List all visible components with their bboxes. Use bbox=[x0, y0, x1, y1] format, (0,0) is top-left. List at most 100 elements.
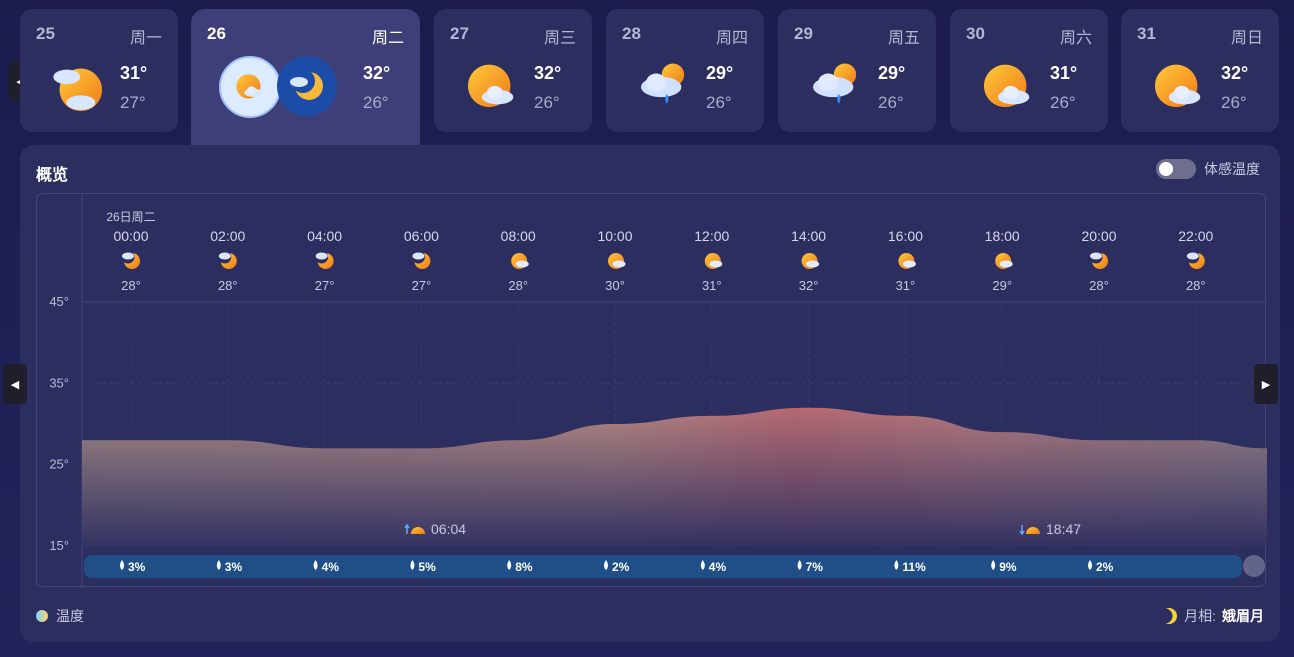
day-high-temp: 29° bbox=[878, 63, 906, 83]
partly-cloudy-night-icon bbox=[218, 250, 237, 269]
day-date: 26 bbox=[207, 24, 226, 43]
hour-temp-label: 27° bbox=[412, 278, 432, 293]
day-card-25[interactable]: 25 周一 31° 27° bbox=[20, 9, 178, 132]
partly-cloudy-icon bbox=[464, 59, 520, 115]
day-high-temp: 31° bbox=[1050, 63, 1078, 83]
moon-phase: 月相: 娥眉月 bbox=[1160, 606, 1264, 626]
feels-like-toggle[interactable] bbox=[1156, 159, 1196, 179]
day-weekday: 周日 bbox=[1230, 30, 1263, 47]
sunset-marker-time: 18:47 bbox=[1046, 521, 1081, 537]
partly-cloudy-night-icon bbox=[1089, 250, 1108, 269]
precipitation-value: 3% bbox=[128, 560, 146, 574]
partly-cloudy-icon bbox=[608, 253, 626, 269]
hour-label: 20:00 bbox=[1081, 228, 1116, 244]
toggle-knob bbox=[1159, 162, 1173, 176]
day-high-temp: 32° bbox=[1221, 63, 1249, 83]
day-card-30[interactable]: 30 周六 31° 26° bbox=[950, 9, 1108, 132]
hour-temp-label: 31° bbox=[702, 278, 722, 293]
partly-cloudy-icon bbox=[511, 253, 529, 269]
day-card-26[interactable]: 26 周二 32° 26° bbox=[191, 9, 420, 159]
hour-label: 14:00 bbox=[791, 228, 826, 244]
moon-phase-label: 月相: bbox=[1184, 608, 1216, 624]
day-low-temp: 26° bbox=[1050, 93, 1076, 112]
hour-label: 22:00 bbox=[1178, 228, 1213, 244]
day-date: 29 bbox=[794, 24, 813, 43]
day-weekday: 周一 bbox=[129, 30, 162, 47]
day-high-temp: 32° bbox=[534, 63, 562, 83]
partly-cloudy-icon bbox=[801, 253, 820, 269]
day-date: 28 bbox=[622, 24, 641, 43]
y-tick-label: 45° bbox=[49, 294, 69, 309]
partly-cloudy-icon bbox=[995, 253, 1013, 269]
precipitation-value: 5% bbox=[418, 560, 436, 574]
hour-label: 08:00 bbox=[501, 228, 536, 244]
chart-prev-button[interactable]: ◀ bbox=[3, 364, 27, 404]
hour-temp-label: 32° bbox=[799, 278, 819, 293]
partly-cloudy-icon bbox=[980, 59, 1036, 115]
hour-label: 18:00 bbox=[985, 228, 1020, 244]
y-tick-label: 35° bbox=[49, 375, 69, 390]
day-weekday: 周二 bbox=[371, 30, 404, 47]
partly-cloudy-icon bbox=[704, 253, 723, 269]
precipitation-value: 2% bbox=[612, 560, 630, 574]
precipitation-bar bbox=[84, 555, 1242, 578]
hour-temp-label: 28° bbox=[218, 278, 238, 293]
day-high-temp: 29° bbox=[706, 63, 734, 83]
hour-temp-label: 27° bbox=[315, 278, 335, 293]
temperature-legend-dot bbox=[36, 610, 48, 622]
day-high-temp: 32° bbox=[363, 63, 391, 83]
overview-title: 概览 bbox=[36, 167, 69, 184]
day-date: 31 bbox=[1137, 24, 1156, 43]
hour-temp-label: 28° bbox=[1089, 278, 1109, 293]
chart-legend: 温度 bbox=[36, 606, 84, 626]
hour-label: 00:00 bbox=[113, 228, 148, 244]
sunrise-marker-time: 06:04 bbox=[431, 521, 466, 537]
precipitation-value: 4% bbox=[322, 560, 340, 574]
temperature-area-fade bbox=[82, 407, 1267, 546]
day-weekday: 周四 bbox=[715, 30, 748, 47]
chart-next-button[interactable]: ▶ bbox=[1254, 364, 1278, 404]
day-weekday: 周五 bbox=[887, 30, 920, 47]
day-low-temp: 26° bbox=[878, 93, 904, 112]
precipitation-value: 9% bbox=[999, 560, 1017, 574]
crescent-moon-icon bbox=[290, 69, 323, 100]
hourly-chart-svg: 45° 35° 25° 15° 26日周二 00:00 28° 02:00 28° 04:00 27… bbox=[49, 194, 1267, 588]
day-card-31[interactable]: 31 周日 32° 26° bbox=[1121, 9, 1279, 132]
shower-icon bbox=[636, 59, 692, 115]
partly-cloudy-night-icon bbox=[411, 250, 431, 269]
day-card-29[interactable]: 29 周五 29° 26° bbox=[778, 9, 936, 132]
hour-label: 12:00 bbox=[694, 228, 729, 244]
day-low-temp: 26° bbox=[363, 93, 389, 112]
day-weather-bubble bbox=[219, 56, 281, 118]
hour-temp-label: 28° bbox=[508, 278, 528, 293]
precipitation-value: 8% bbox=[515, 560, 533, 574]
precipitation-value: 3% bbox=[225, 560, 243, 574]
day-low-temp: 27° bbox=[120, 93, 146, 112]
partly-cloudy-night-icon bbox=[121, 250, 140, 269]
moon-phase-value: 娥眉月 bbox=[1222, 608, 1264, 624]
partly-cloudy-night-icon bbox=[50, 59, 106, 115]
night-weather-bubble bbox=[277, 56, 337, 116]
day-low-temp: 26° bbox=[534, 93, 560, 112]
day-low-temp: 26° bbox=[1221, 93, 1247, 112]
hour-label: 06:00 bbox=[404, 228, 439, 244]
hour-temp-label: 30° bbox=[605, 278, 625, 293]
y-tick-label: 15° bbox=[49, 538, 69, 553]
precipitation-value: 11% bbox=[902, 560, 926, 574]
day-card-28[interactable]: 28 周四 29° 26° bbox=[606, 9, 764, 132]
hour-temp-label: 28° bbox=[1186, 278, 1206, 293]
day-weekday: 周六 bbox=[1059, 30, 1092, 47]
precipitation-value: 4% bbox=[709, 560, 727, 574]
hour-label: 16:00 bbox=[888, 228, 923, 244]
chevron-right-icon: ▶ bbox=[1261, 378, 1271, 391]
day-date: 30 bbox=[966, 24, 985, 43]
day-card-27[interactable]: 27 周三 32° 26° bbox=[434, 9, 592, 132]
y-tick-label: 25° bbox=[49, 457, 69, 472]
day-high-temp: 31° bbox=[120, 63, 148, 83]
partly-cloudy-icon bbox=[1151, 59, 1207, 115]
hour-label: 10:00 bbox=[597, 228, 632, 244]
partly-cloudy-night-icon bbox=[1186, 250, 1205, 269]
shower-icon bbox=[808, 59, 864, 115]
hour-label: 04:00 bbox=[307, 228, 342, 244]
chart-date-label: 26日周二 bbox=[106, 210, 155, 224]
